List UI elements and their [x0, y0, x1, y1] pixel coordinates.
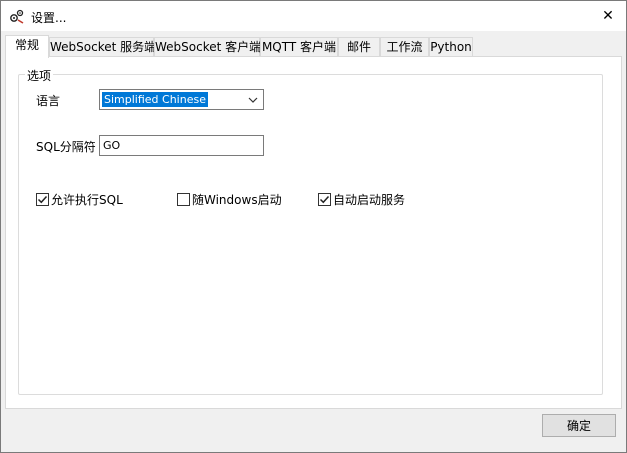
start-with-windows-checkbox[interactable]: 随Windows启动 [177, 191, 282, 207]
tab-general[interactable]: 常规 [5, 35, 49, 58]
chevron-down-icon [247, 94, 259, 106]
checkmark-icon [37, 195, 48, 203]
sql-separator-label: SQL分隔符 [36, 140, 96, 154]
options-groupbox: 选项 语言 Simplified Chinese SQL分隔符 GO 允许执行S… [18, 67, 603, 395]
close-button[interactable]: ✕ [590, 1, 626, 31]
language-select[interactable]: Simplified Chinese [99, 89, 264, 110]
allow-sql-checkbox[interactable]: 允许执行SQL [36, 191, 123, 207]
ok-button[interactable]: 确定 [542, 414, 616, 437]
sql-separator-value: GO [103, 139, 121, 152]
allow-sql-label: 允许执行SQL [51, 192, 123, 207]
settings-dialog: 设置... ✕ 常规 WebSocket 服务端 WebSocket 客户端 M… [0, 0, 627, 453]
tab-websocket-client[interactable]: WebSocket 客户端 [154, 37, 261, 57]
checkbox-box [177, 192, 190, 206]
language-selected-value: Simplified Chinese [102, 92, 208, 107]
tab-websocket-server[interactable]: WebSocket 服务端 [49, 37, 156, 57]
auto-start-service-label: 自动启动服务 [333, 192, 406, 207]
tab-python[interactable]: Python [429, 37, 473, 57]
options-legend: 选项 [25, 67, 54, 84]
tab-mqtt-client[interactable]: MQTT 客户端 [260, 37, 338, 57]
ok-button-label: 确定 [566, 419, 591, 433]
language-label: 语言 [36, 94, 61, 108]
close-icon: ✕ [602, 8, 614, 24]
start-with-windows-label: 随Windows启动 [192, 192, 282, 207]
app-gears-icon [9, 8, 25, 24]
tab-workflow[interactable]: 工作流 [380, 37, 429, 57]
general-tab-panel: 选项 语言 Simplified Chinese SQL分隔符 GO 允许执行S… [5, 56, 622, 409]
checkbox-box [36, 192, 49, 206]
sql-separator-input[interactable]: GO [99, 135, 264, 156]
checkmark-icon [319, 195, 330, 203]
window-title: 设置... [31, 11, 67, 25]
checkbox-box [318, 192, 331, 206]
auto-start-service-checkbox[interactable]: 自动启动服务 [318, 191, 405, 207]
title-bar: 设置... ✕ [1, 1, 626, 31]
tab-mail[interactable]: 邮件 [338, 37, 380, 57]
